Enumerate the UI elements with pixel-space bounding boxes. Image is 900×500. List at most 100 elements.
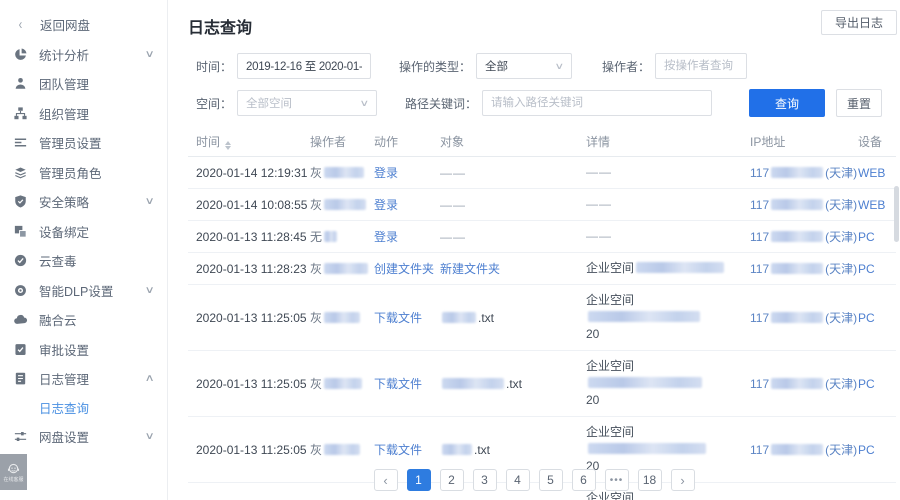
action-link[interactable]: 登录 (374, 166, 398, 180)
cell-detail: 企业空间20 (586, 424, 750, 475)
sidebar-item-1[interactable]: 统计分析∨ (0, 40, 167, 70)
headset-icon (6, 462, 21, 477)
page-button-5[interactable]: 5 (539, 469, 563, 491)
sidebar-item-13[interactable]: 网盘设置∨ (0, 422, 167, 452)
cell-operator: 灰 (310, 260, 374, 277)
support-widget[interactable]: 在线客服 (0, 454, 27, 490)
sidebar-item-label: 安全策略 (39, 192, 89, 211)
cell-device: PC (858, 377, 896, 391)
operator-prefix: 灰 (310, 198, 322, 212)
sidebar-subitem-日志查询[interactable]: 日志查询 (0, 394, 167, 422)
cell-detail: 企业空间20 (586, 292, 750, 343)
redacted-text (324, 199, 366, 210)
ip-prefix: 117 (750, 198, 769, 212)
cell-time: 2020-01-13 11:28:23 (196, 262, 310, 276)
admin-role-icon (13, 165, 28, 180)
ip-location: (天津) (825, 311, 857, 325)
cell-operator: 灰 (310, 164, 374, 181)
cell-time: 2020-01-13 11:25:05 (196, 377, 310, 391)
page-button-2[interactable]: 2 (440, 469, 464, 491)
space-select[interactable]: 全部空间 ∨ (237, 90, 377, 116)
redacted-text (588, 443, 706, 454)
sidebar-item-8[interactable]: 云查毒 (0, 246, 167, 276)
virus-scan-icon (13, 253, 28, 268)
date-range-input[interactable] (237, 53, 371, 79)
page-button-1[interactable]: 1 (407, 469, 431, 491)
page-button-3[interactable]: 3 (473, 469, 497, 491)
cell-ip: 117(天津) (750, 164, 858, 181)
file-extension: .txt (478, 311, 494, 325)
operator-input[interactable] (655, 53, 747, 79)
cell-operator: 灰 (310, 309, 374, 326)
path-keyword-input[interactable] (482, 90, 712, 116)
redacted-text (636, 262, 724, 273)
action-type-select[interactable]: 全部 ∨ (476, 53, 572, 79)
sidebar-item-label: 融合云 (39, 310, 77, 329)
export-logs-button[interactable]: 导出日志 (821, 10, 897, 35)
cell-time: 2020-01-13 11:25:05 (196, 443, 310, 457)
scrollbar-thumb[interactable] (894, 186, 899, 242)
page-button-6[interactable]: 6 (572, 469, 596, 491)
table-row: 2020-01-14 12:19:31灰登录————117(天津)WEB (188, 157, 896, 189)
operator-prefix: 灰 (310, 377, 322, 391)
action-link[interactable]: 创建文件夹 (374, 262, 434, 276)
cell-object: —— (440, 230, 586, 244)
reset-button[interactable]: 重置 (836, 89, 882, 117)
sidebar-item-2[interactable]: 团队管理 (0, 69, 167, 99)
detail-line1: 企业空间 (586, 358, 740, 392)
cell-object: .txt (440, 377, 586, 391)
cell-action: 登录 (374, 196, 440, 213)
page-next-button[interactable]: › (671, 469, 695, 491)
cloud-icon (13, 312, 28, 327)
page-ellipsis[interactable]: ••• (605, 469, 629, 491)
sidebar-item-7[interactable]: 设备绑定 (0, 217, 167, 247)
sidebar-item-3[interactable]: 组织管理 (0, 99, 167, 129)
page-prev-button[interactable]: ‹ (374, 469, 398, 491)
redacted-text (324, 263, 368, 274)
cell-object: .txt (440, 443, 586, 457)
action-link[interactable]: 下载文件 (374, 443, 422, 457)
sidebar-item-back[interactable]: ‹ 返回网盘 (0, 10, 167, 40)
sidebar-item-4[interactable]: 管理员设置 (0, 128, 167, 158)
column-header-label: IP地址 (750, 135, 785, 149)
cell-detail: —— (586, 196, 750, 213)
redacted-text (442, 378, 504, 389)
admin-settings-icon (13, 135, 28, 150)
detail-dash: —— (586, 229, 612, 243)
ip-prefix: 117 (750, 311, 769, 325)
object-link[interactable]: 新建文件夹 (440, 262, 500, 276)
sidebar-item-6[interactable]: 安全策略∨ (0, 187, 167, 217)
table-row: 2020-01-14 10:08:55灰登录————117(天津)WEB (188, 189, 896, 221)
cell-action: 登录 (374, 228, 440, 245)
chevron-left-icon: ‹ (13, 17, 28, 33)
sidebar-item-5[interactable]: 管理员角色 (0, 158, 167, 188)
detail-line2: 20 (586, 392, 740, 409)
cell-operator: 灰 (310, 196, 374, 213)
search-button[interactable]: 查询 (749, 89, 825, 117)
sidebar-item-11[interactable]: 审批设置 (0, 335, 167, 365)
column-header-5: 详情 (586, 133, 750, 150)
space-label: 空间： (188, 95, 232, 112)
cell-object: —— (440, 166, 586, 180)
action-link[interactable]: 下载文件 (374, 311, 422, 325)
cell-device: PC (858, 262, 896, 276)
sort-icon[interactable] (225, 141, 231, 150)
sidebar-item-10[interactable]: 融合云 (0, 305, 167, 335)
action-link[interactable]: 登录 (374, 198, 398, 212)
operator-prefix: 灰 (310, 311, 322, 325)
cell-object: —— (440, 198, 586, 212)
sidebar-item-label: 设备绑定 (39, 222, 89, 241)
action-link[interactable]: 登录 (374, 230, 398, 244)
page-button-4[interactable]: 4 (506, 469, 530, 491)
column-header-1[interactable]: 时间 (196, 133, 310, 150)
object-dash: —— (440, 166, 466, 180)
table-row: 2020-01-13 11:25:05灰下载文件.txt企业空间20117(天津… (188, 351, 896, 417)
operator-prefix: 灰 (310, 166, 322, 180)
action-link[interactable]: 下载文件 (374, 377, 422, 391)
cell-device: WEB (858, 166, 896, 180)
page-button-18[interactable]: 18 (638, 469, 662, 491)
cell-time: 2020-01-14 12:19:31 (196, 166, 310, 180)
sidebar-item-12[interactable]: 日志管理∧ (0, 364, 167, 394)
sidebar-item-9[interactable]: 智能DLP设置∨ (0, 276, 167, 306)
cell-action: 创建文件夹 (374, 260, 440, 277)
